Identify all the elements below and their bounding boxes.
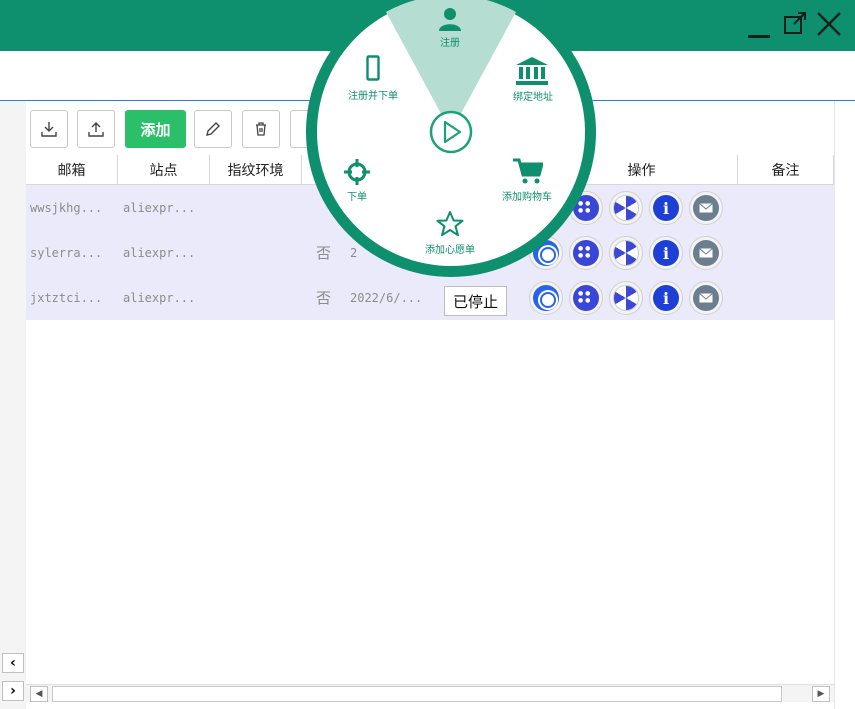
cart-icon[interactable]: [513, 158, 544, 188]
status-button[interactable]: 已停止: [444, 286, 507, 316]
chevron-right-icon[interactable]: ›: [2, 681, 24, 701]
mail-icon[interactable]: [689, 191, 723, 225]
radial-item-register[interactable]: 注册: [440, 34, 460, 49]
radial-item-register-and-order[interactable]: 注册并下单: [348, 87, 398, 102]
right-border: [834, 101, 835, 709]
info-icon[interactable]: i: [649, 191, 683, 225]
minimize-icon[interactable]: [745, 10, 775, 40]
scroll-left-icon[interactable]: ◀: [30, 686, 48, 702]
scroll-right-icon[interactable]: ▶: [812, 686, 830, 702]
star-icon[interactable]: [436, 211, 464, 242]
email-cell: wwsjkhg...: [30, 200, 103, 215]
fan-icon[interactable]: [609, 191, 643, 225]
radial-item-place-order[interactable]: 下单: [347, 188, 367, 203]
mail-icon[interactable]: [689, 281, 723, 315]
column-fingerprint[interactable]: 指纹环境: [210, 155, 302, 185]
popout-icon[interactable]: [782, 10, 812, 40]
play-icon[interactable]: [431, 112, 471, 152]
column-notes[interactable]: 备注: [738, 155, 834, 185]
crosshair-icon[interactable]: [344, 159, 370, 189]
radial-item-bind-address[interactable]: 绑定地址: [513, 88, 553, 103]
mail-icon[interactable]: [689, 236, 723, 270]
left-panel: [0, 101, 26, 709]
column-email[interactable]: 邮箱: [26, 155, 118, 185]
info-icon[interactable]: i: [649, 236, 683, 270]
info-icon[interactable]: i: [649, 281, 683, 315]
close-icon[interactable]: [815, 10, 845, 40]
fan-icon[interactable]: [609, 236, 643, 270]
site-cell: aliexpr...: [123, 200, 196, 215]
site-cell: aliexpr...: [123, 245, 196, 260]
radial-item-add-to-wishlist[interactable]: 添加心愿单: [425, 241, 475, 256]
bank-icon[interactable]: [515, 57, 549, 89]
add-button[interactable]: 添加: [125, 110, 186, 148]
upload-button[interactable]: [77, 110, 115, 148]
chevron-left-icon[interactable]: ‹: [2, 653, 24, 673]
phone-icon[interactable]: [366, 55, 380, 85]
horizontal-scrollbar[interactable]: ◀ ▶: [26, 684, 834, 702]
upload-icon: [88, 122, 104, 137]
radial-menu: 注册 绑定地址 注册并下单 下单 添加购物车 添加心愿单: [295, 0, 607, 288]
radial-item-add-to-cart[interactable]: 添加购物车: [502, 188, 552, 203]
column-site[interactable]: 站点: [118, 155, 210, 185]
email-cell: jxtztci...: [30, 290, 103, 305]
download-button[interactable]: [30, 110, 68, 148]
user-icon[interactable]: [439, 7, 461, 35]
site-cell: aliexpr...: [123, 290, 196, 305]
fan-icon[interactable]: [609, 281, 643, 315]
email-cell: sylerra...: [30, 245, 103, 260]
trash-icon: [256, 122, 266, 136]
download-icon: [41, 122, 57, 137]
delete-button[interactable]: [242, 110, 280, 148]
pencil-icon: [206, 122, 220, 136]
edit-button[interactable]: [194, 110, 232, 148]
scroll-thumb[interactable]: [52, 686, 782, 702]
